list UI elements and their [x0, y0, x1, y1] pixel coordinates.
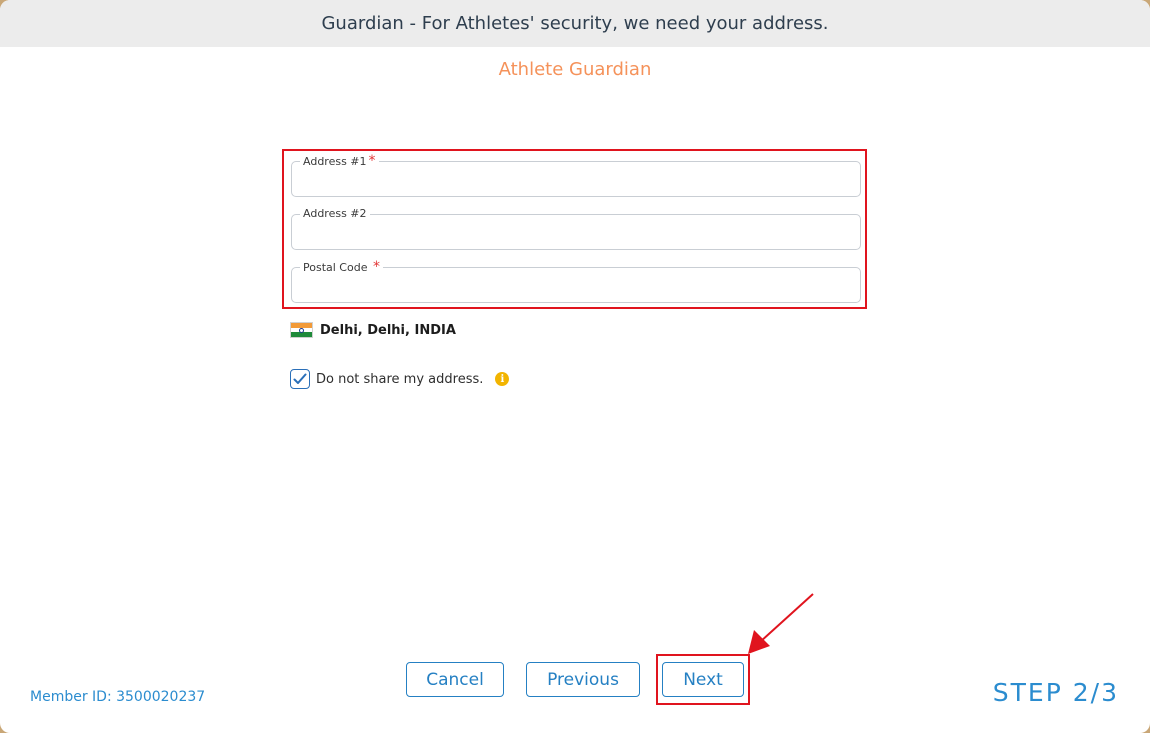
info-icon[interactable]: i — [495, 372, 510, 386]
address2-label: Address #2 — [300, 206, 370, 222]
do-not-share-label: Do not share my address. — [316, 371, 484, 387]
address1-field[interactable]: Address #1 * — [291, 153, 861, 197]
share-address-row: Do not share my address. i — [290, 369, 510, 389]
postal-code-label: Postal Code * — [300, 259, 383, 276]
dialog-header: Guardian - For Athletes' security, we ne… — [0, 0, 1150, 47]
dialog-title: Guardian - For Athletes' security, we ne… — [321, 13, 829, 34]
address1-label: Address #1 * — [300, 153, 379, 170]
section-subtitle: Athlete Guardian — [498, 59, 652, 80]
address2-input[interactable] — [302, 223, 850, 245]
address1-input[interactable] — [302, 170, 850, 192]
do-not-share-checkbox[interactable] — [290, 369, 310, 389]
cancel-button[interactable]: Cancel — [406, 662, 504, 697]
postal-code-input[interactable] — [302, 276, 850, 298]
next-button[interactable]: Next — [662, 662, 744, 697]
member-id: Member ID: 3500020237 — [30, 689, 206, 705]
postal-code-field[interactable]: Postal Code * — [291, 259, 861, 303]
required-mark: * — [368, 153, 376, 169]
address-fields-highlight: Address #1 * Address #2 Postal Code * — [282, 149, 867, 309]
guardian-dialog: Guardian - For Athletes' security, we ne… — [0, 0, 1150, 733]
previous-button[interactable]: Previous — [526, 662, 640, 697]
required-mark: * — [372, 259, 380, 275]
annotation-arrow-icon — [748, 593, 814, 654]
india-flag-icon — [290, 322, 313, 338]
address2-field[interactable]: Address #2 — [291, 206, 861, 250]
location-text: Delhi, Delhi, INDIA — [320, 322, 456, 338]
step-indicator: STEP 2/3 — [992, 678, 1119, 707]
checkmark-icon — [293, 373, 307, 384]
location-row: Delhi, Delhi, INDIA — [290, 322, 456, 338]
